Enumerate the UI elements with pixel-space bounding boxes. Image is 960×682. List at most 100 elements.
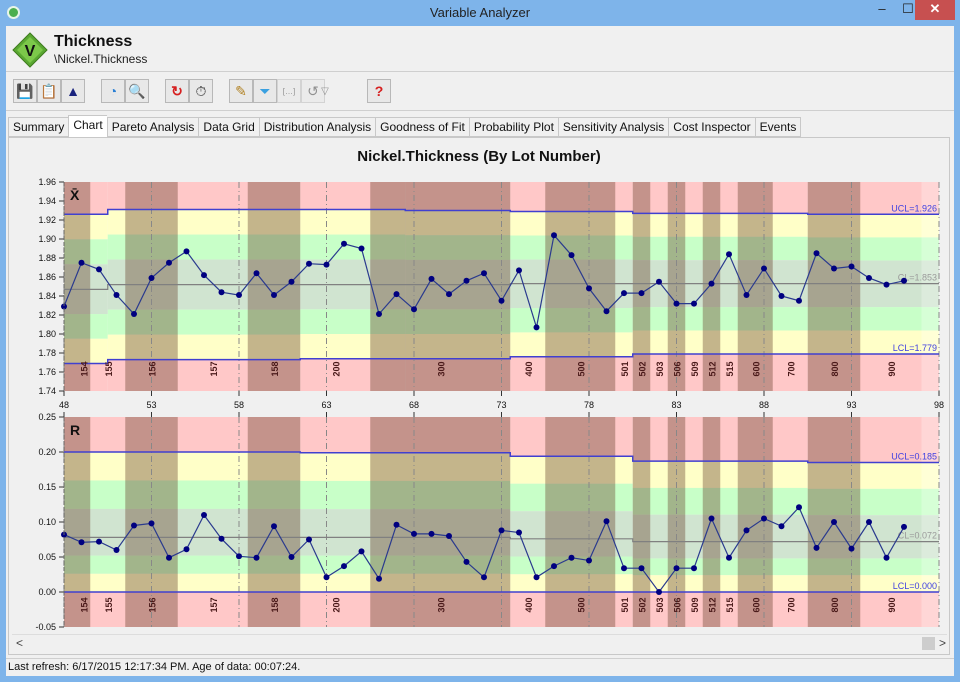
lot-band — [545, 182, 616, 391]
lot-label: 512 — [708, 361, 718, 376]
y-tick-label: 1.90 — [38, 234, 56, 244]
data-point — [78, 539, 85, 546]
lot-label: 506 — [673, 597, 683, 612]
data-point — [463, 558, 470, 565]
x-tick-label: 73 — [496, 400, 506, 410]
lot-label: 509 — [690, 361, 700, 376]
data-point — [603, 518, 610, 525]
minimize-button[interactable]: – — [869, 0, 895, 20]
y-tick-label: 0.00 — [38, 587, 56, 597]
tab-summary[interactable]: Summary — [8, 117, 69, 137]
y-tick-label: 1.78 — [38, 348, 56, 358]
data-point — [586, 285, 592, 292]
lot-label: 156 — [148, 361, 158, 376]
lot-label: 200 — [331, 597, 341, 612]
lot-band — [807, 182, 861, 391]
ucl-label: UCL=0.185 — [891, 452, 937, 462]
tab-data-grid[interactable]: Data Grid — [198, 117, 259, 137]
chart-image-button[interactable]: ▲ — [61, 79, 85, 103]
lot-label: 503 — [655, 597, 665, 612]
data-point — [883, 281, 890, 288]
data-point — [113, 292, 120, 299]
data-point — [271, 292, 277, 299]
scroll-thumb[interactable] — [922, 637, 935, 650]
dropdown-button[interactable]: ▽ — [318, 79, 332, 103]
data-point — [866, 519, 872, 525]
edit-button[interactable]: ✎ — [229, 79, 253, 103]
control-chart: UCL=1.926CL=1.853LCL=1.779X̄154 155 156 157… — [35, 177, 944, 632]
gauge-button[interactable]: ◔ — [101, 79, 125, 103]
refresh-button[interactable]: ↻ — [165, 79, 189, 103]
copy-button[interactable]: 📋 — [37, 79, 61, 103]
tab-strip: Summary Chart Pareto Analysis Data Grid Dist… — [8, 115, 802, 138]
save-button[interactable]: 💾 — [13, 79, 37, 103]
data-point — [778, 523, 785, 530]
data-point — [638, 565, 645, 572]
tail-band — [921, 417, 939, 627]
ellipsis-button[interactable]: […] — [277, 79, 301, 103]
x-tick-label: 83 — [671, 400, 681, 410]
tab-events[interactable]: Events — [754, 117, 802, 137]
data-point — [726, 554, 732, 561]
data-point — [498, 297, 505, 304]
lot-label: 154 — [79, 597, 89, 612]
zoom-preview-button[interactable]: 🔍 — [125, 79, 149, 103]
data-point — [323, 261, 330, 268]
data-point — [218, 289, 225, 296]
data-point — [358, 245, 365, 252]
data-point — [446, 533, 452, 539]
data-point — [166, 554, 172, 561]
data-point — [638, 290, 645, 297]
data-point — [148, 520, 155, 527]
data-point — [376, 575, 382, 582]
y-tick-label: 1.92 — [38, 215, 56, 225]
data-point — [726, 251, 732, 258]
scroll-left-button[interactable]: < — [16, 636, 23, 650]
data-point — [96, 266, 102, 273]
help-button[interactable]: ? — [367, 79, 391, 103]
y-tick-label: 1.94 — [38, 196, 56, 206]
data-point — [376, 311, 382, 318]
edit-icon: ✎ — [235, 82, 247, 99]
timer-button[interactable]: ⏱ — [189, 79, 213, 103]
data-point — [866, 274, 872, 281]
data-point — [183, 248, 190, 255]
lot-label: 155 — [104, 597, 114, 612]
data-point — [848, 545, 855, 552]
lot-label: 501 — [620, 361, 630, 376]
x-tick-label: 63 — [321, 400, 331, 410]
lot-label: 515 — [725, 597, 735, 612]
data-point — [323, 574, 330, 581]
title-bar: Variable Analyzer – ☐ ✕ — [0, 0, 960, 26]
data-point — [341, 240, 347, 247]
data-point — [568, 554, 575, 561]
y-tick-label: 0.15 — [38, 482, 56, 492]
tab-pareto-analysis[interactable]: Pareto Analysis — [106, 117, 199, 137]
close-button[interactable]: ✕ — [915, 0, 955, 20]
logo-letter: V — [25, 43, 36, 60]
help-icon: ? — [374, 83, 384, 99]
scroll-right-button[interactable]: > — [939, 636, 946, 650]
dropdown-icon: ▽ — [321, 85, 329, 97]
variable-path: \Nickel.Thickness — [54, 52, 148, 66]
data-point — [568, 252, 575, 259]
data-point — [691, 565, 697, 572]
tab-goodness-of-fit[interactable]: Goodness of Fit — [375, 117, 469, 137]
chart-panel: Nickel.Thickness (By Lot Number) UCL=1.9… — [8, 137, 950, 655]
tab-chart[interactable]: Chart — [68, 115, 107, 138]
tab-distribution-analysis[interactable]: Distribution Analysis — [258, 117, 376, 137]
panel-label: X̄ — [70, 186, 80, 203]
panel-range: UCL=0.185 CL=0.072 LCL=0.000 R 154 155 156 157 1… — [35, 412, 940, 632]
tab-probability-plot[interactable]: Probability Plot — [468, 117, 558, 137]
data-point — [516, 267, 522, 274]
data-point — [761, 515, 767, 522]
lot-label: 400 — [524, 597, 534, 612]
filter-button[interactable]: ⏷ — [253, 79, 277, 103]
tab-cost-inspector[interactable]: Cost Inspector — [668, 117, 755, 137]
lot-label: 154 — [79, 361, 89, 376]
tab-sensitivity-analysis[interactable]: Sensitivity Analysis — [557, 117, 669, 137]
lot-label: 300 — [436, 361, 446, 376]
horizontal-scrollbar[interactable]: < > — [12, 634, 947, 652]
data-point — [428, 530, 435, 537]
lot-label: 800 — [830, 361, 840, 376]
